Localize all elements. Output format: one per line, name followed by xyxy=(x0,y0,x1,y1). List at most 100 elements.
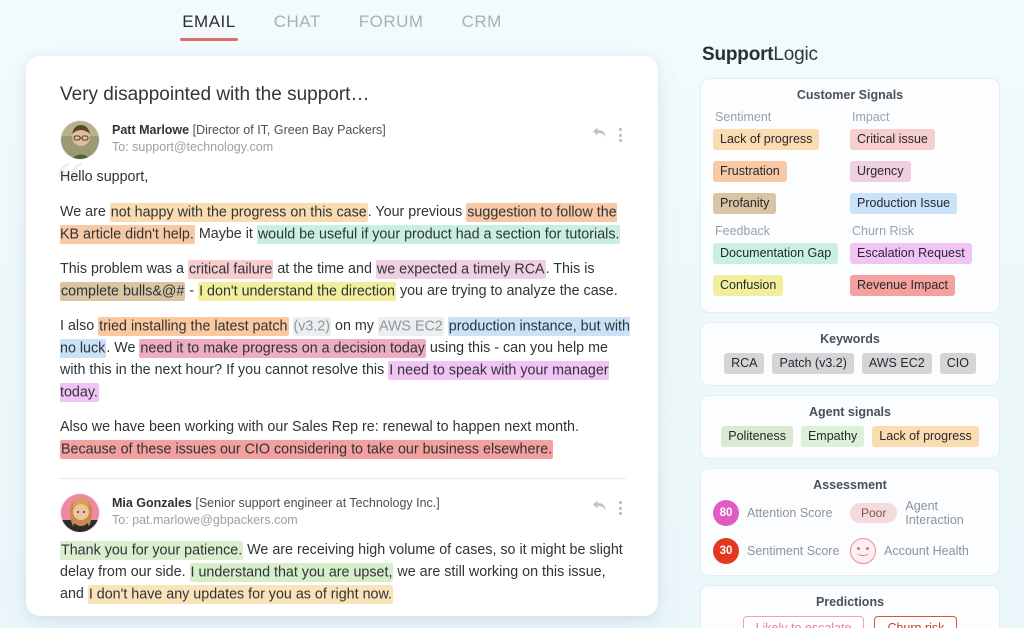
highlight-span: not happy with the progress on this case xyxy=(109,202,368,222)
signal-chip[interactable]: Profanity xyxy=(713,193,777,214)
assessment-item: 80 Attention Score xyxy=(713,499,850,527)
signal-chip[interactable]: Escalation Request xyxy=(850,243,972,264)
signal-chip[interactable]: Politeness xyxy=(721,426,793,447)
brand-logo: SupportLogic xyxy=(702,44,1000,66)
signal-chip[interactable]: Documentation Gap xyxy=(713,243,839,264)
paragraph: We are not happy with the progress on th… xyxy=(60,202,621,244)
signal-chip[interactable]: RCA xyxy=(724,353,765,374)
chip-group: Documentation Gap Confusion xyxy=(713,243,850,301)
highlight-span: tried installing the latest patch xyxy=(98,316,289,336)
greeting-1: Hello support, xyxy=(60,169,149,185)
highlight-span: Because of these issues our CIO consider… xyxy=(60,439,554,459)
panel-predictions: Predictions Likely to escalate Churn risk xyxy=(700,585,1000,628)
signal-chip[interactable]: Urgency xyxy=(850,161,911,182)
signal-column-sentiment: Sentiment Lack of progress Frustration Pro… xyxy=(713,109,850,219)
assessment-label: Account Health xyxy=(884,544,969,558)
tab-forum[interactable]: FORUM xyxy=(357,8,426,41)
assessment-label: Attention Score xyxy=(747,506,833,520)
panel-title-keywords: Keywords xyxy=(820,332,880,346)
signal-chip[interactable]: AWS EC2 xyxy=(861,353,932,374)
recipient-1: To: support@technology.com xyxy=(112,140,274,154)
reply-arrow-icon[interactable] xyxy=(592,126,607,144)
panel-title-agent-signals: Agent signals xyxy=(809,405,891,419)
panel-title-predictions: Predictions xyxy=(815,595,885,609)
tab-crm[interactable]: CRM xyxy=(460,8,504,41)
tab-email-label: EMAIL xyxy=(182,11,236,31)
prediction-badge[interactable]: Churn risk xyxy=(874,616,958,628)
highlight-span: we expected a timely RCA xyxy=(375,259,546,279)
score-circle: 30 xyxy=(713,538,739,564)
assessment-item: 30 Sentiment Score xyxy=(713,538,850,564)
avatar-mia-gonzales xyxy=(60,493,100,533)
email-thread-card: Very disappointed with the support… Patt… xyxy=(26,56,658,616)
sender-info-2: Mia Gonzales [Senior support engineer at… xyxy=(112,493,440,529)
signal-column-impact: Impact Critical issue Urgency Production I… xyxy=(850,109,987,219)
signal-column-label: Impact xyxy=(852,110,890,124)
signal-chip[interactable]: Critical issue xyxy=(850,129,935,150)
status-badge: Poor xyxy=(850,503,898,523)
panel-title-assessment: Assessment xyxy=(813,478,887,492)
prediction-group: Likely to escalate Churn risk xyxy=(713,616,987,628)
recipient-2: To: pat.marlowe@gbpackers.com xyxy=(112,513,298,527)
signal-column-churn-risk: Churn Risk Escalation Request Revenue Imp… xyxy=(850,223,987,301)
panel-agent-signals: Agent signals Politeness Empathy Lack of p… xyxy=(700,395,1000,459)
message-actions-2 xyxy=(592,499,622,517)
signal-column-label: Feedback xyxy=(715,224,770,238)
tab-chat-label: CHAT xyxy=(273,11,321,31)
chip-group-keywords: RCA Patch (v3.2) AWS EC2 CIO xyxy=(713,353,987,374)
more-vertical-icon[interactable] xyxy=(619,501,622,515)
highlight-span: would be useful if your product had a se… xyxy=(256,224,621,244)
signal-chip[interactable]: Patch (v3.2) xyxy=(772,353,854,374)
tab-chat[interactable]: CHAT xyxy=(272,8,323,41)
signal-chip[interactable]: Frustration xyxy=(713,161,787,182)
message-actions-1 xyxy=(592,126,622,144)
score-circle: 80 xyxy=(713,500,739,526)
signal-column-feedback: Feedback Documentation Gap Confusion xyxy=(713,223,850,301)
sender-role-1: [Director of IT, Green Bay Packers] xyxy=(192,123,386,137)
sad-face-icon xyxy=(850,538,876,564)
message-body-2: Thank you for your patience. We are rece… xyxy=(60,539,630,605)
paragraph: Also we have been working with our Sales… xyxy=(60,419,579,459)
message-divider xyxy=(58,478,626,479)
message-header-1: Patt Marlowe [Director of IT, Green Bay … xyxy=(60,120,630,160)
panel-customer-signals: Customer Signals Sentiment Lack of progr… xyxy=(700,78,1000,313)
highlight-span: I need to speak with your manager today. xyxy=(60,360,609,402)
highlight-span: critical failure xyxy=(187,259,274,279)
highlight-span: complete bulls&@# xyxy=(60,281,186,301)
signal-chip[interactable]: Lack of progress xyxy=(713,129,820,150)
signal-chip[interactable]: Revenue Impact xyxy=(850,275,956,296)
supportlogic-sidebar: SupportLogic Customer Signals Sentiment … xyxy=(700,44,1000,628)
signal-chip[interactable]: CIO xyxy=(939,353,976,374)
signal-column-label: Sentiment xyxy=(715,110,772,124)
chip-group: Critical issue Urgency Production Issue xyxy=(850,129,987,219)
panel-assessment: Assessment 80 Attention Score Poor Agent In… xyxy=(700,468,1000,576)
panel-title-customer-signals: Customer Signals xyxy=(796,88,904,102)
more-vertical-icon[interactable] xyxy=(619,128,622,142)
sender-role-2: [Senior support engineer at Technology I… xyxy=(195,496,440,510)
paragraph: Thank you for your patience. We are rece… xyxy=(60,540,623,604)
assessment-label: Agent Interaction xyxy=(905,499,964,527)
signal-chip[interactable]: Lack of progress xyxy=(872,426,979,447)
highlight-span: I don't understand the direction xyxy=(198,281,396,301)
signal-chip[interactable]: Production Issue xyxy=(850,193,958,214)
highlight-span: I don't have any updates for you as of r… xyxy=(87,584,393,604)
prediction-badge[interactable]: Likely to escalate xyxy=(742,616,865,628)
email-subject: Very disappointed with the support… xyxy=(60,84,370,105)
tab-crm-label: CRM xyxy=(461,11,502,31)
signal-chip[interactable]: Empathy xyxy=(800,426,865,447)
signal-chip[interactable]: Confusion xyxy=(713,275,784,296)
chip-group: Lack of progress Frustration Profanity xyxy=(713,129,850,219)
highlight-span: need it to make progress on a decision t… xyxy=(139,338,426,358)
reply-arrow-icon[interactable] xyxy=(592,499,607,517)
assessment-grid: 80 Attention Score Poor Agent Interaction 30… xyxy=(713,499,987,564)
assessment-label: Sentiment Score xyxy=(747,544,840,558)
message-body-1: “ Hello support, We are not happy with t… xyxy=(56,154,630,460)
paragraph: This problem was a critical failure at t… xyxy=(60,259,618,301)
brand-bold: Support xyxy=(702,44,774,65)
brand-light: Logic xyxy=(773,44,818,65)
sender-name-2: Mia Gonzales xyxy=(112,496,192,510)
message-header-2: Mia Gonzales [Senior support engineer at… xyxy=(60,493,630,533)
app-root: EMAIL CHAT FORUM CRM Very disappointed w… xyxy=(0,0,1024,628)
chip-group: Escalation Request Revenue Impact xyxy=(850,243,987,301)
tab-email[interactable]: EMAIL xyxy=(180,8,238,41)
